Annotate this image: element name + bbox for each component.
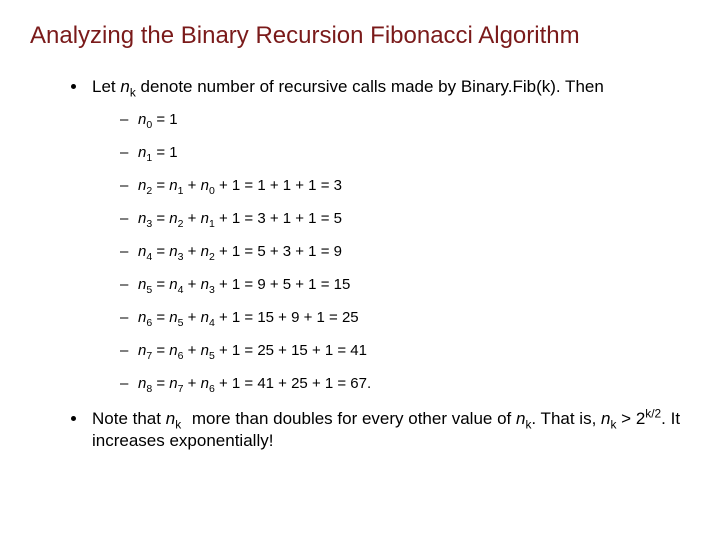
eq-n0: n0 = 1	[120, 111, 690, 129]
slide-title: Analyzing the Binary Recursion Fibonacci…	[30, 22, 690, 50]
eq-n2: n2 = n1 + n0 + 1 = 1 + 1 + 1 = 3	[120, 177, 690, 195]
eq-n5: n5 = n4 + n3 + 1 = 9 + 5 + 1 = 15	[120, 276, 690, 294]
note-bullet: Note that nk more than doubles for every…	[88, 408, 690, 451]
intro-text-a: Let	[92, 77, 120, 96]
eq-n1: n1 = 1	[120, 144, 690, 162]
eq-n4: n4 = n3 + n2 + 1 = 5 + 3 + 1 = 9	[120, 243, 690, 261]
equation-list: n0 = 1 n1 = 1 n2 = n1 + n0 + 1 = 1 + 1 +…	[92, 111, 690, 393]
var-n: n	[120, 77, 129, 96]
slide: Analyzing the Binary Recursion Fibonacci…	[0, 0, 720, 540]
intro-bullet: Let nk denote number of recursive calls …	[88, 76, 690, 393]
eq-n3: n3 = n2 + n1 + 1 = 3 + 1 + 1 = 5	[120, 210, 690, 228]
eq-n8: n8 = n7 + n6 + 1 = 41 + 25 + 1 = 67.	[120, 375, 690, 393]
intro-text-b: denote number of recursive calls made by…	[136, 77, 604, 96]
eq-n6: n6 = n5 + n4 + 1 = 15 + 9 + 1 = 25	[120, 309, 690, 327]
eq-n7: n7 = n6 + n5 + 1 = 25 + 15 + 1 = 41	[120, 342, 690, 360]
bullet-list: Let nk denote number of recursive calls …	[30, 76, 690, 451]
